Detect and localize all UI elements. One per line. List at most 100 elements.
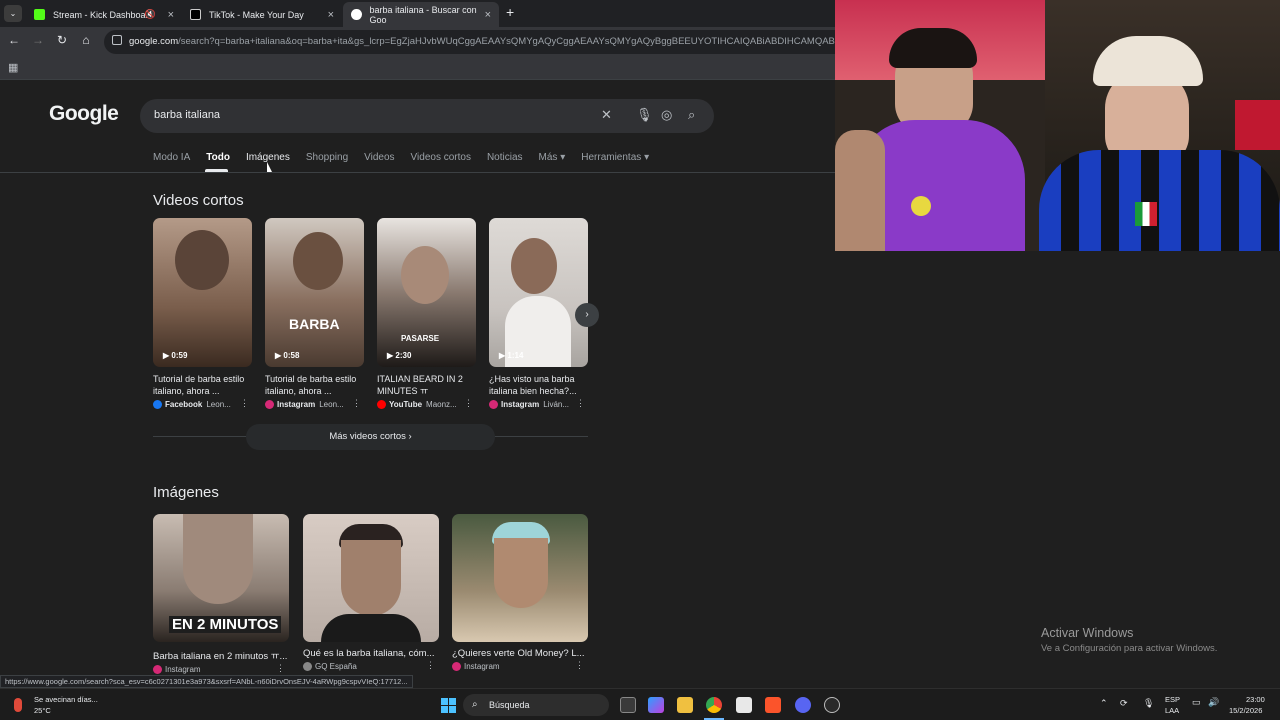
more-options-icon[interactable]: ⋮ [240, 398, 249, 409]
tab-mas[interactable]: Más ▾ [539, 152, 566, 163]
tab-videos-cortos[interactable]: Videos cortos [411, 152, 471, 163]
face-shape [293, 232, 343, 290]
tab-videos[interactable]: Videos [364, 152, 394, 163]
search-icon[interactable]: ⌕ [688, 107, 695, 123]
chevron-right-icon[interactable]: › [575, 303, 599, 327]
image-thumbnail[interactable] [303, 514, 439, 642]
tab-modo-ia[interactable]: Modo IA [153, 152, 190, 163]
video-title[interactable]: Tutorial de barba estilo italiano, ahora… [265, 373, 365, 397]
chevron-up-icon[interactable]: ⌃ [1100, 698, 1108, 709]
brave-icon[interactable] [765, 697, 781, 713]
clock-time[interactable]: 23:00 [1246, 695, 1265, 704]
tab-search-button[interactable]: ⌄ [4, 5, 22, 22]
image-result-card[interactable]: EN 2 MINUTOS Barba italiana en 2 minutos… [153, 514, 289, 674]
new-tab-button[interactable]: + [506, 4, 514, 20]
video-title[interactable]: ¿Has visto una barba italiana bien hecha… [489, 373, 589, 397]
input-language[interactable]: ESP [1165, 695, 1180, 704]
short-video-card[interactable]: BARBA ▶ 0:58 Tutorial de barba estilo it… [265, 218, 365, 409]
tab-google-search[interactable]: barba italiana - Buscar con Goo × [343, 2, 499, 27]
clear-icon[interactable]: ✕ [601, 107, 612, 123]
image-thumbnail[interactable] [452, 514, 588, 642]
tab-shopping[interactable]: Shopping [306, 152, 348, 163]
home-icon[interactable]: ⌂ [78, 33, 94, 47]
apps-grid-icon[interactable]: ▦ [8, 61, 18, 74]
copilot-icon[interactable] [648, 697, 664, 713]
task-view-icon[interactable] [620, 697, 636, 713]
image-result-card[interactable]: Qué es la barba italiana, cóm... GQ Espa… [303, 514, 439, 671]
close-icon[interactable]: × [485, 9, 491, 21]
store-icon[interactable] [736, 697, 752, 713]
video-thumbnail[interactable]: ▶ 1:14 [489, 218, 588, 367]
instagram-icon [265, 400, 274, 409]
video-thumbnail[interactable]: PASARSE ▶ 2:30 [377, 218, 476, 367]
source-name: GQ España [315, 662, 357, 671]
sync-icon[interactable]: ⟳ [1120, 698, 1128, 709]
video-source: YouTube Maonz... [377, 400, 477, 409]
site-info-icon[interactable] [112, 35, 122, 45]
clock-date[interactable]: 15/2/2026 [1229, 706, 1262, 715]
short-video-card[interactable]: PASARSE ▶ 2:30 ITALIAN BEARD IN 2 MINUTE… [377, 218, 477, 409]
video-title[interactable]: Tutorial de barba estilo italiano, ahora… [153, 373, 253, 397]
tab-herramientas[interactable]: Herramientas ▾ [581, 152, 649, 163]
tab-tiktok[interactable]: TikTok - Make Your Day × [182, 2, 342, 27]
video-thumbnail[interactable]: ▶ 0:59 [153, 218, 252, 367]
tab-title: TikTok - Make Your Day [209, 9, 304, 20]
back-icon[interactable]: ← [6, 33, 22, 47]
thermometer-icon[interactable] [14, 698, 22, 712]
microphone-icon[interactable]: 🎙 [636, 107, 653, 123]
activate-windows-title: Activar Windows [1041, 626, 1134, 640]
face-shape [494, 538, 548, 608]
more-options-icon[interactable]: ⋮ [352, 398, 361, 409]
microphone-icon[interactable]: 🎙 [1143, 698, 1154, 709]
video-thumbnail[interactable]: BARBA ▶ 0:58 [265, 218, 364, 367]
forward-icon[interactable]: → [30, 33, 46, 47]
tab-noticias[interactable]: Noticias [487, 152, 523, 163]
image-result-card[interactable]: ¿Quieres verte Old Money? L... Instagram… [452, 514, 588, 671]
close-icon[interactable]: × [328, 9, 334, 21]
input-layout[interactable]: LAA [1165, 706, 1179, 715]
url-path: /search?q=barba+italiana&oq=barba+ita&gs… [178, 36, 864, 47]
image-title[interactable]: Qué es la barba italiana, cóm... [303, 648, 439, 659]
video-title[interactable]: ITALIAN BEARD IN 2 MINUTES ㅠ [377, 373, 477, 397]
tab-herramientas-label: Herramientas [581, 152, 642, 163]
duration: ▶ 2:30 [387, 351, 411, 360]
app-icon[interactable] [824, 697, 840, 713]
weather-temperature[interactable]: 25°C [34, 706, 51, 715]
google-icon [351, 9, 362, 20]
short-video-card[interactable]: ▶ 1:14 ¿Has visto una barba italiana bie… [489, 218, 589, 409]
background-shape [1235, 100, 1280, 150]
url-host: google.com [129, 36, 179, 47]
address-bar[interactable]: google.com/search?q=barba+italiana&oq=ba… [104, 30, 864, 54]
chrome-icon[interactable] [706, 697, 722, 713]
file-explorer-icon[interactable] [677, 697, 693, 713]
discord-icon[interactable] [795, 697, 811, 713]
status-bar-url: https://www.google.com/search?sca_esv=c6… [0, 675, 413, 688]
google-logo[interactable]: Google [49, 102, 119, 126]
image-title[interactable]: ¿Quieres verte Old Money? L... [452, 648, 588, 659]
more-options-icon[interactable]: ⋮ [276, 663, 285, 674]
more-options-icon[interactable]: ⋮ [464, 398, 473, 409]
mute-icon[interactable]: 🔇 [145, 9, 156, 20]
more-options-icon[interactable]: ⋮ [576, 398, 585, 409]
search-input[interactable]: barba italiana ✕ 🎙 ◎ ⌕ [140, 99, 714, 133]
lens-icon[interactable]: ◎ [661, 107, 672, 123]
more-options-icon[interactable]: ⋮ [575, 660, 584, 671]
weather-status[interactable]: Se avecinan días... [34, 695, 98, 704]
close-icon[interactable]: × [168, 9, 174, 21]
more-options-icon[interactable]: ⋮ [426, 660, 435, 671]
taskbar-search[interactable]: ⌕ Búsqueda [463, 694, 609, 716]
windows-logo-tile [449, 698, 456, 705]
more-short-videos-button[interactable]: Más videos cortos › [246, 424, 495, 450]
start-button[interactable] [441, 698, 456, 713]
network-icon[interactable]: ▭ [1192, 697, 1201, 708]
smiley-icon [911, 196, 931, 216]
tab-todo[interactable]: Todo [206, 152, 230, 163]
image-thumbnail[interactable]: EN 2 MINUTOS [153, 514, 289, 642]
tab-kick[interactable]: Stream - Kick Dashboard 🔇 × [26, 2, 182, 27]
tab-title: Stream - Kick Dashboard [53, 9, 154, 20]
volume-icon[interactable]: 🔊 [1208, 697, 1219, 708]
short-video-card[interactable]: ▶ 0:59 Tutorial de barba estilo italiano… [153, 218, 253, 409]
windows-logo-tile [449, 706, 456, 713]
reload-icon[interactable]: ↻ [54, 33, 70, 47]
image-title[interactable]: Barba italiana en 2 minutos ㅠ... [153, 648, 289, 662]
